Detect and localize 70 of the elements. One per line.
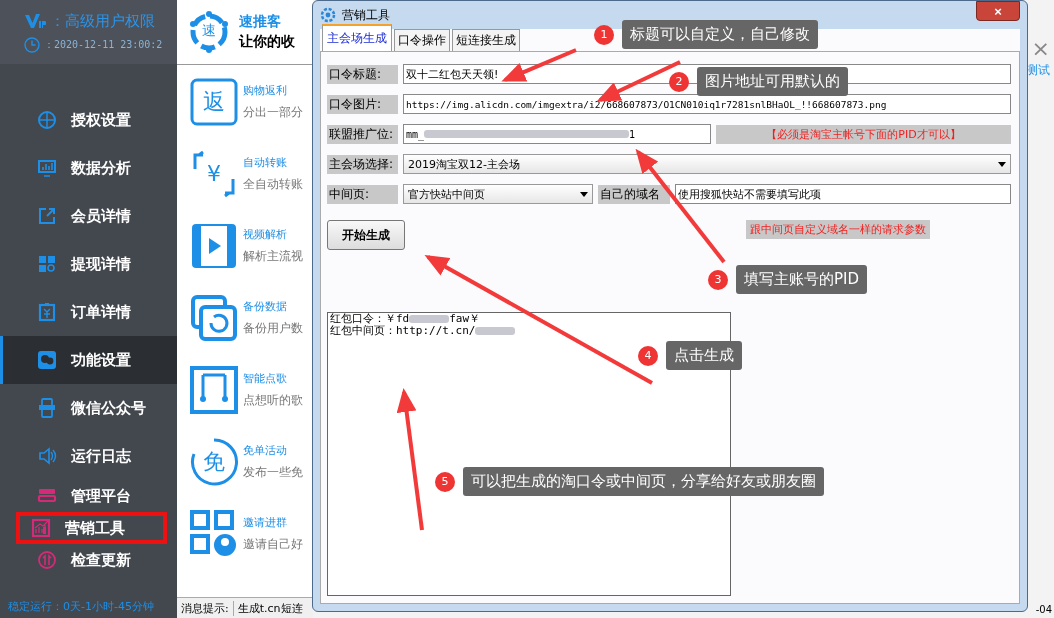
feature-desc: 点想听的歌 xyxy=(243,392,303,409)
nav-item[interactable]: 运行日志 xyxy=(0,432,177,480)
feature-desc: 发布一些免 xyxy=(243,464,303,481)
caret-icon xyxy=(998,161,1006,167)
feature-desc: 分出一部分 xyxy=(243,104,303,121)
app-logo-text: 速 xyxy=(201,22,217,40)
window-title: 营销工具 xyxy=(342,6,390,24)
feature-desc: 全自动转账 xyxy=(243,176,303,193)
field-label: 联盟推广位: xyxy=(327,124,398,144)
qr-code-icon xyxy=(189,509,239,559)
app-title: 速推客 xyxy=(239,13,282,31)
annotation-callout: 标题可以自定义，自己修改 xyxy=(622,20,818,49)
tab[interactable]: 口令操作 xyxy=(394,29,450,51)
nav-item[interactable]: 功能设置 xyxy=(0,336,177,384)
nav-item[interactable]: 管理平台 xyxy=(0,480,177,512)
caret-icon xyxy=(580,191,588,197)
close-button[interactable]: × xyxy=(976,1,1020,21)
field-label: 自己的域名 xyxy=(598,184,670,204)
generate-button[interactable]: 开始生成 xyxy=(327,220,405,250)
feature-title[interactable]: 邀请进群 xyxy=(243,515,303,530)
feature-title[interactable]: 备份数据 xyxy=(243,299,303,314)
nav-item[interactable]: 检查更新 xyxy=(0,544,177,576)
field-label: 中间页: xyxy=(327,184,398,204)
app-logo-icon xyxy=(187,10,231,54)
status-label: 消息提示: xyxy=(177,600,234,616)
blurred-text xyxy=(409,315,450,323)
app-slogan: 让你的收 xyxy=(239,33,295,51)
nav-item[interactable]: 订单详情 xyxy=(0,288,177,336)
field-label: 口令图片: xyxy=(327,94,398,114)
page-dropdown[interactable]: 官方快站中间页 xyxy=(403,184,593,204)
domain-input[interactable]: 使用搜狐快站不需要填写此项 xyxy=(675,184,1011,204)
date-text: -04 xyxy=(1035,604,1052,615)
status-message: 生成t.cn短连 xyxy=(237,600,303,616)
feature-desc: 备份用户数 xyxy=(243,320,303,337)
annotation-callout: 填写主账号的PID xyxy=(736,265,868,294)
nav-item[interactable]: 提现详情 xyxy=(0,240,177,288)
nav-item[interactable]: 授权设置 xyxy=(0,96,177,144)
blurred-text xyxy=(475,327,516,335)
warning-note: 【必须是淘宝主帐号下面的PID才可以】 xyxy=(716,124,1011,144)
field-label: 口令标题: xyxy=(327,64,398,84)
nav-item[interactable]: 会员详情 xyxy=(0,192,177,240)
feature-desc: 解析主流视 xyxy=(243,248,303,265)
pid-input[interactable]: mm_ 1 xyxy=(403,124,711,144)
backup-icon xyxy=(189,293,239,343)
feature-title[interactable]: 自动转账 xyxy=(243,155,303,170)
return-icon: 返 xyxy=(189,77,239,127)
image-url-input[interactable]: https://img.alicdn.com/imgextra/i2/668607873/O1CN010iq1r7281snlBHaOL_!!668607873.png xyxy=(403,94,1011,114)
login-time-label: ：2020-12-11 23:00:2 xyxy=(44,37,163,52)
uptime-label: 稳定运行：0天-1小时-45分钟 xyxy=(7,599,155,615)
annotation-callout: 图片地址可用默认的 xyxy=(697,67,848,96)
vip-logo-icon xyxy=(24,13,46,29)
nav-item[interactable]: 数据分析 xyxy=(0,144,177,192)
param-note: 跟中间页自定义域名一样的请求参数 xyxy=(746,220,930,239)
nav-item[interactable]: 营销工具 xyxy=(16,512,167,544)
feature-title[interactable]: 购物返利 xyxy=(243,83,303,98)
feature-title[interactable]: 免单活动 xyxy=(243,443,303,458)
annotation-callout: 点击生成 xyxy=(666,341,742,370)
nav-item[interactable]: 微信公众号 xyxy=(0,384,177,432)
tab[interactable]: 短连接生成 xyxy=(452,29,520,51)
user-level-label: ：高级用户权限 xyxy=(50,11,155,31)
video-icon xyxy=(189,221,239,271)
field-label: 主会场选择: xyxy=(327,154,398,174)
feature-desc: 邀请自己好 xyxy=(243,536,303,553)
gear-icon xyxy=(320,7,336,23)
feature-title[interactable]: 智能点歌 xyxy=(243,371,303,386)
clock-icon xyxy=(24,36,40,53)
annotation-callout: 可以把生成的淘口令或中间页，分享给好友或朋友圈 xyxy=(463,467,824,496)
venue-dropdown[interactable]: 2019淘宝双12-主会场 xyxy=(403,154,1011,174)
tab[interactable]: 主会场生成 xyxy=(322,24,392,51)
feature-title[interactable]: 视频解析 xyxy=(243,227,303,242)
